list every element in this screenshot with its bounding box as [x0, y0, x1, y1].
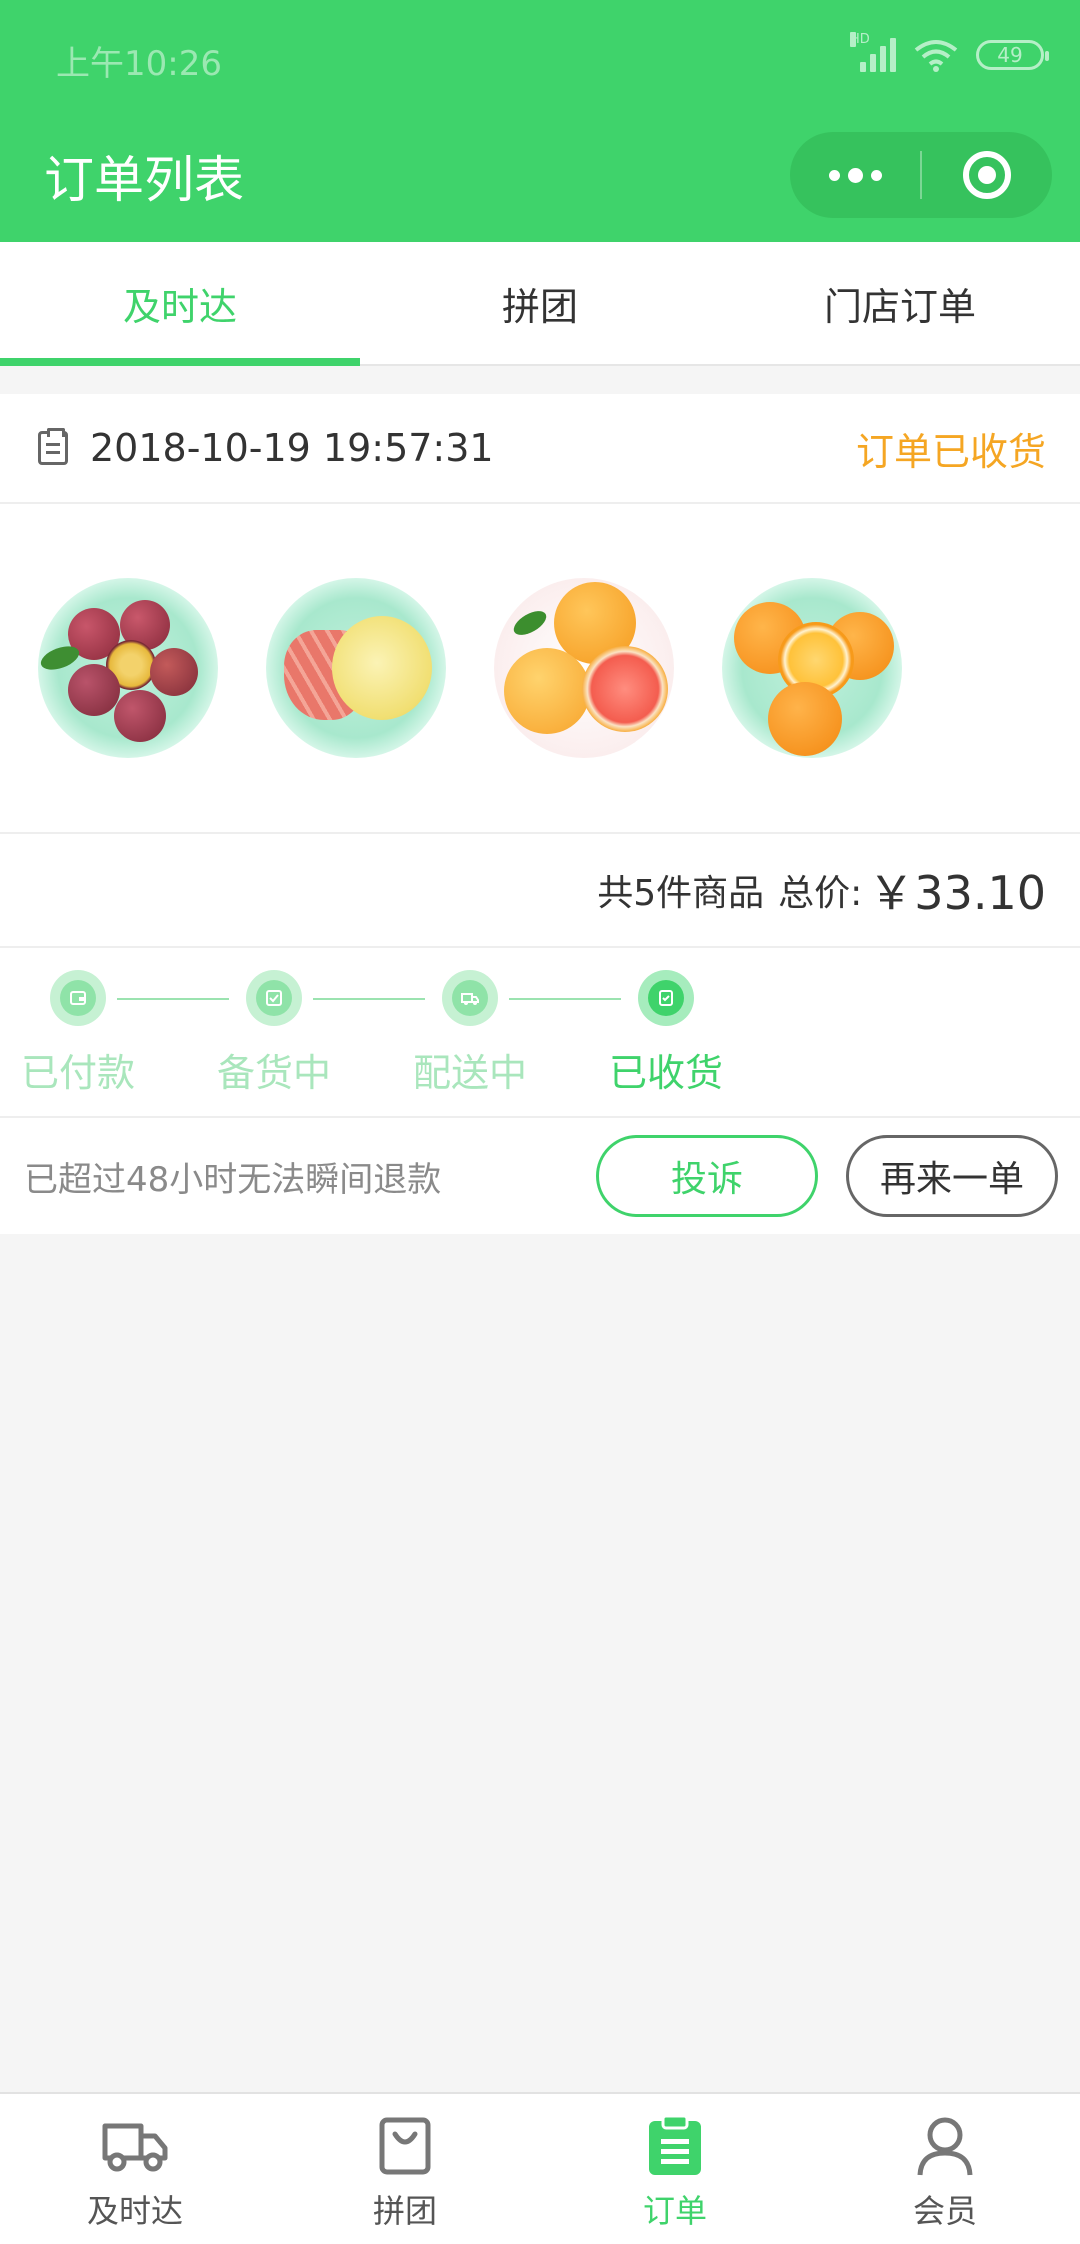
order-actions: 已超过48小时无法瞬间退款 投诉 再来一单: [0, 1118, 1080, 1234]
check-box-icon: [266, 990, 282, 1006]
refund-notice: 已超过48小时无法瞬间退款: [24, 1159, 442, 1200]
app-root: 上午10:26 HD 49 订单列表 及时达 拼团 门店订单 2018-10-1…: [0, 0, 1080, 2244]
target-icon: [963, 151, 1011, 199]
order-status: 订单已收货: [855, 429, 1046, 474]
page-title: 订单列表: [44, 151, 244, 209]
total-price: ￥33.10: [868, 866, 1046, 920]
complain-button[interactable]: 投诉: [596, 1135, 818, 1217]
nav-label: 拼团: [372, 2192, 437, 2230]
nav-item-orders[interactable]: 订单: [540, 2094, 810, 2244]
step-label: 备货中: [216, 1051, 331, 1095]
step-preparing: 备货中: [194, 970, 354, 1097]
grapefruit-plate: [494, 578, 674, 758]
orange-plate: [722, 578, 902, 758]
status-icons: HD 49: [850, 32, 1049, 72]
dot-icon: [828, 169, 840, 181]
step-label: 配送中: [412, 1051, 527, 1095]
nav-label: 会员: [912, 2192, 977, 2230]
user-icon: [917, 2117, 973, 2176]
header-bar: 上午10:26 HD 49 订单列表: [0, 0, 1080, 242]
network-type: HD: [850, 32, 870, 47]
received-icon: [659, 990, 673, 1006]
nav-label: 订单: [642, 2192, 707, 2230]
nav-item-member[interactable]: 会员: [810, 2094, 1080, 2244]
tab-express[interactable]: 及时达: [0, 242, 360, 366]
close-miniapp-button[interactable]: [922, 132, 1052, 218]
tab-group-buy[interactable]: 拼团: [360, 242, 720, 364]
passion-fruit-plate: [38, 578, 218, 758]
wallet-icon: [70, 991, 86, 1005]
nav-label: 及时达: [86, 2192, 183, 2230]
signal-icon: HD: [850, 32, 896, 72]
wifi-icon: [914, 40, 958, 72]
total-label: 总价:: [778, 873, 863, 914]
pomelo-plate: [266, 578, 446, 758]
product-images[interactable]: [0, 504, 1080, 834]
order-tabs: 及时达 拼团 门店订单: [0, 242, 1080, 366]
truck-icon: [102, 2123, 168, 2172]
truck-icon: [461, 993, 479, 1005]
nav-item-group-buy[interactable]: 拼团: [270, 2094, 540, 2244]
clipboard-icon: [38, 428, 68, 465]
order-card[interactable]: 2018-10-19 19:57:31 订单已收货 共5件商品 总价: ￥33.…: [0, 394, 1080, 1234]
bottom-nav: 及时达 拼团 订单 会员: [0, 2092, 1080, 2244]
step-label: 已收货: [608, 1051, 723, 1095]
step-delivering: 配送中: [390, 970, 550, 1097]
tab-store-orders[interactable]: 门店订单: [720, 242, 1080, 364]
order-header: 2018-10-19 19:57:31 订单已收货: [0, 394, 1080, 504]
status-time: 上午10:26: [56, 44, 222, 84]
dot-icon: [847, 167, 863, 183]
nav-item-express[interactable]: 及时达: [0, 2094, 270, 2244]
step-label: 已付款: [20, 1051, 135, 1095]
order-datetime: 2018-10-19 19:57:31: [90, 426, 494, 470]
step-received: 已收货: [586, 970, 746, 1097]
dot-icon: [870, 169, 882, 181]
item-count: 共5件商品: [597, 873, 765, 914]
bag-icon: [379, 2117, 431, 2175]
battery-icon: 49: [976, 40, 1049, 70]
miniapp-capsule: [790, 132, 1052, 218]
reorder-button[interactable]: 再来一单: [846, 1135, 1058, 1217]
clipboard-icon: [649, 2115, 701, 2175]
order-total-row: 共5件商品 总价: ￥33.10: [0, 834, 1080, 948]
more-button[interactable]: [790, 132, 920, 218]
order-progress: 已付款 备货中 配送中 已收货: [0, 948, 1080, 1118]
step-paid: 已付款: [0, 970, 158, 1097]
